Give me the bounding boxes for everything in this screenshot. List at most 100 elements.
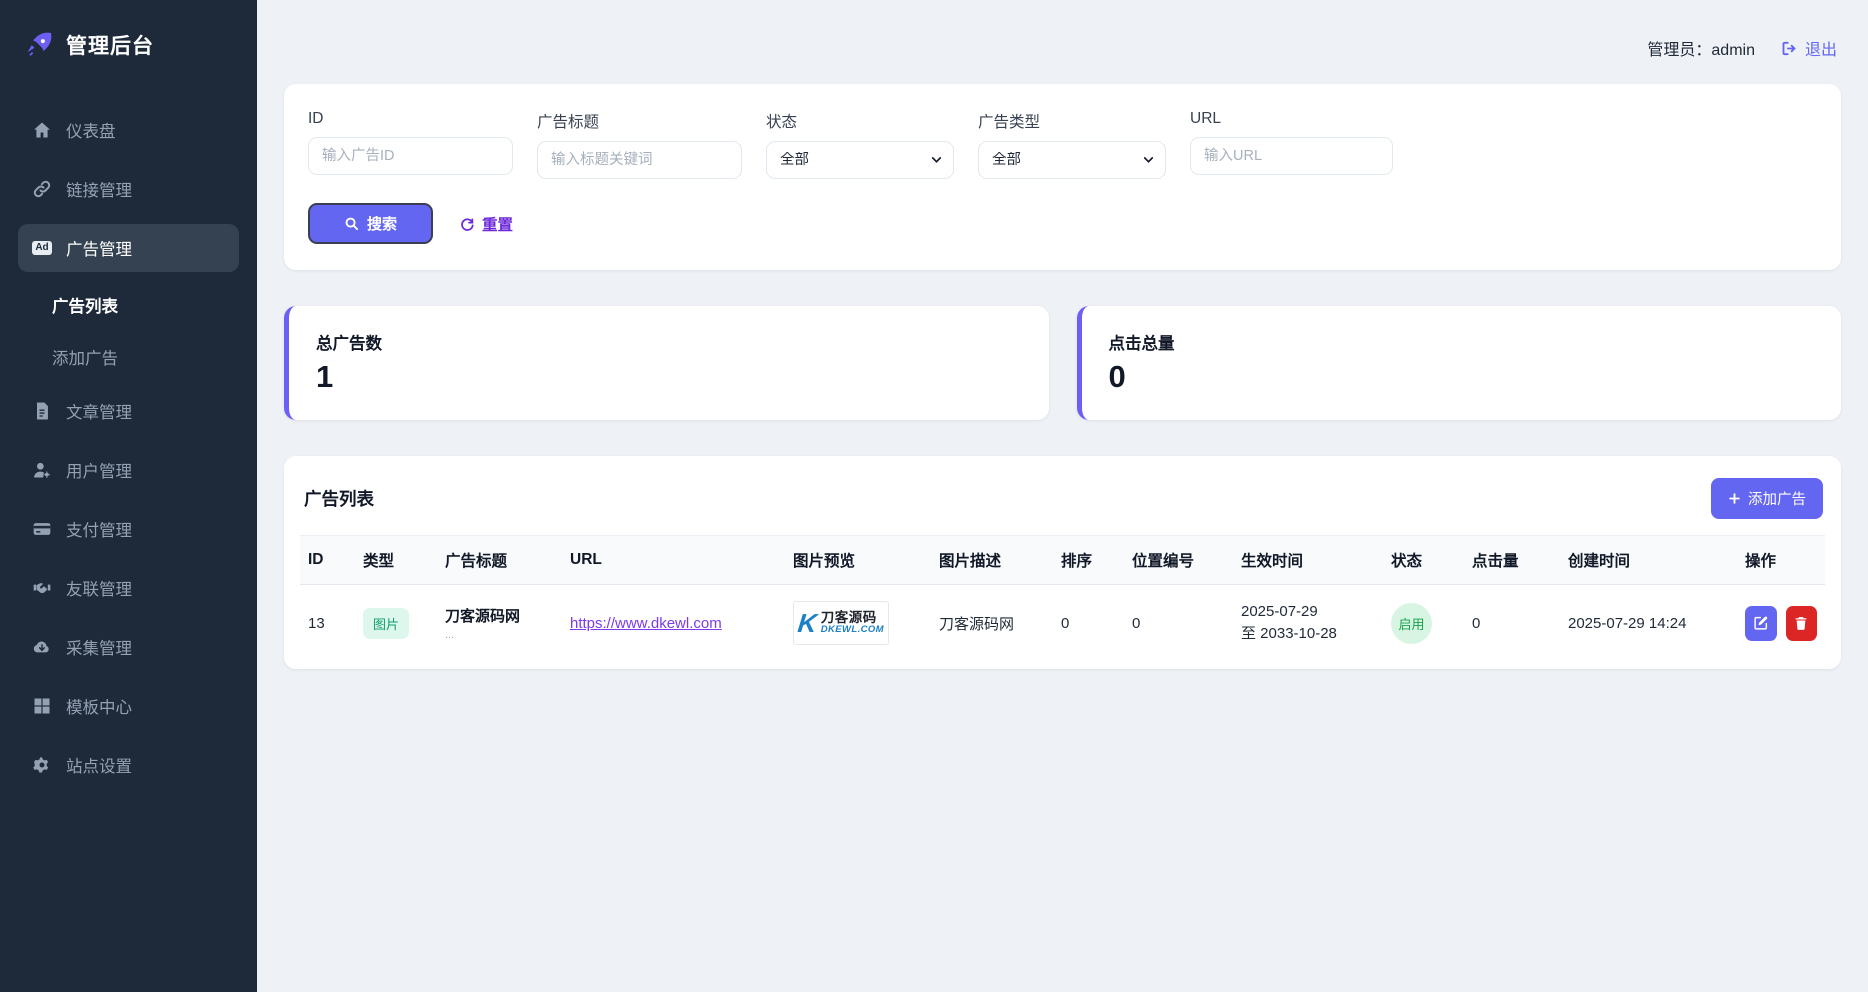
- home-icon: [32, 120, 52, 140]
- filter-title-label: 广告标题: [537, 110, 742, 132]
- sidebar-item-ads[interactable]: Ad 广告管理: [18, 224, 239, 272]
- cell-clicks: 0: [1464, 585, 1560, 662]
- sidebar-subitem-label: 添加广告: [52, 350, 118, 368]
- ad-list-title: 广告列表: [304, 486, 374, 511]
- col-url: URL: [562, 536, 785, 585]
- sidebar-item-label: 链接管理: [66, 177, 132, 201]
- handshake-icon: [32, 578, 52, 598]
- stat-card-total-ads: 总广告数 1: [284, 306, 1049, 420]
- cell-ad-title: 刀客源码网: [445, 605, 554, 626]
- filter-field-status: 状态 全部: [766, 110, 954, 179]
- ad-icon: Ad: [32, 238, 52, 258]
- ad-list-card: 广告列表 添加广告 ID 类型 广告标题 URL: [284, 456, 1841, 669]
- sidebar-item-label: 用户管理: [66, 458, 132, 482]
- logo-k-glyph: K: [797, 610, 819, 636]
- sidebar-item-payments[interactable]: 支付管理: [18, 505, 239, 553]
- sidebar-subitem-label: 广告列表: [52, 298, 118, 316]
- sidebar-item-links[interactable]: 链接管理: [18, 165, 239, 213]
- col-created: 创建时间: [1560, 536, 1737, 585]
- status-select[interactable]: 全部: [766, 141, 954, 179]
- sidebar-item-users[interactable]: 用户管理: [18, 446, 239, 494]
- sidebar-item-label: 仪表盘: [66, 118, 116, 142]
- edit-icon: [1753, 615, 1769, 631]
- rocket-icon: [24, 30, 54, 60]
- stat-title: 点击总量: [1109, 330, 1815, 354]
- cell-created: 2025-07-29 14:24: [1560, 585, 1737, 662]
- logo-line2: DKEWL.COM: [821, 625, 884, 635]
- cell-ad-title-sub: ...: [445, 629, 554, 641]
- ad-type-select[interactable]: 全部: [978, 141, 1166, 179]
- sidebar-item-label: 站点设置: [66, 753, 132, 777]
- trash-icon: [1793, 615, 1809, 631]
- sidebar-item-templates[interactable]: 模板中心: [18, 682, 239, 730]
- add-ad-button[interactable]: 添加广告: [1711, 478, 1823, 519]
- col-position: 位置编号: [1124, 536, 1233, 585]
- stat-title: 总广告数: [316, 330, 1022, 354]
- sidebar: 管理后台 仪表盘 链接管理 Ad 广告管理 广告列表 添加广告: [0, 0, 257, 992]
- logout-button[interactable]: 退出: [1781, 36, 1837, 60]
- search-button[interactable]: 搜索: [308, 203, 433, 244]
- main-content: 管理员：admin 退出 ID 广告标题 状态: [257, 0, 1868, 992]
- app-title: 管理后台: [66, 30, 154, 60]
- refresh-icon: [459, 216, 475, 232]
- stat-value: 0: [1109, 360, 1815, 394]
- sidebar-item-label: 文章管理: [66, 399, 132, 423]
- filter-status-label: 状态: [766, 110, 954, 132]
- link-icon: [32, 179, 52, 199]
- col-image-desc: 图片描述: [931, 536, 1053, 585]
- grid-icon: [32, 696, 52, 716]
- sidebar-item-friend-links[interactable]: 友联管理: [18, 564, 239, 612]
- plus-icon: [1728, 492, 1741, 505]
- sidebar-item-label: 广告管理: [66, 236, 132, 260]
- reset-button-label: 重置: [482, 213, 513, 235]
- logout-icon: [1781, 40, 1798, 57]
- ad-url-link[interactable]: https://www.dkewl.com: [570, 615, 722, 632]
- logout-label: 退出: [1805, 36, 1837, 60]
- ad-title-input[interactable]: [537, 141, 742, 179]
- sidebar-item-settings[interactable]: 站点设置: [18, 741, 239, 789]
- col-effective-time: 生效时间: [1233, 536, 1383, 585]
- table-row: 13 图片 刀客源码网 ... https://www.dkewl.com K …: [300, 585, 1825, 662]
- url-input[interactable]: [1190, 137, 1393, 175]
- col-ad-title: 广告标题: [437, 536, 562, 585]
- search-button-label: 搜索: [367, 213, 397, 234]
- filter-id-label: ID: [308, 110, 513, 128]
- col-actions: 操作: [1737, 536, 1825, 585]
- stat-value: 1: [316, 360, 1022, 394]
- edit-button[interactable]: [1745, 606, 1777, 641]
- effective-to: 至 2033-10-28: [1241, 623, 1375, 645]
- logo-line1: 刀客源码: [821, 611, 884, 625]
- sidebar-item-dashboard[interactable]: 仪表盘: [18, 106, 239, 154]
- app-logo: 管理后台: [18, 26, 239, 60]
- credit-card-icon: [32, 519, 52, 539]
- sidebar-item-label: 支付管理: [66, 517, 132, 541]
- col-type: 类型: [355, 536, 437, 585]
- status-badge: 启用: [1391, 603, 1432, 644]
- stat-card-total-clicks: 点击总量 0: [1077, 306, 1842, 420]
- cloud-download-icon: [32, 637, 52, 657]
- filter-card: ID 广告标题 状态 全部 广告类型: [284, 84, 1841, 270]
- sidebar-item-articles[interactable]: 文章管理: [18, 387, 239, 435]
- effective-from: 2025-07-29: [1241, 601, 1375, 623]
- sidebar-subitem-ad-list[interactable]: 广告列表: [18, 283, 239, 327]
- stats-row: 总广告数 1 点击总量 0: [284, 306, 1841, 420]
- col-image-preview: 图片预览: [785, 536, 931, 585]
- sidebar-subitem-add-ad[interactable]: 添加广告: [18, 335, 239, 379]
- table-header-row: ID 类型 广告标题 URL 图片预览 图片描述 排序 位置编号 生效时间 状态…: [300, 536, 1825, 585]
- sidebar-item-label: 采集管理: [66, 635, 132, 659]
- filter-type-label: 广告类型: [978, 110, 1166, 132]
- ad-image-preview[interactable]: K 刀客源码 DKEWL.COM: [793, 601, 889, 645]
- gear-icon: [32, 755, 52, 775]
- ad-id-input[interactable]: [308, 137, 513, 175]
- sidebar-item-collect[interactable]: 采集管理: [18, 623, 239, 671]
- col-clicks: 点击量: [1464, 536, 1560, 585]
- filter-field-url: URL: [1190, 110, 1393, 179]
- reset-button[interactable]: 重置: [459, 213, 513, 235]
- cell-sort: 0: [1053, 585, 1124, 662]
- sidebar-item-label: 友联管理: [66, 576, 132, 600]
- document-icon: [32, 401, 52, 421]
- search-icon: [344, 216, 359, 231]
- type-badge: 图片: [363, 608, 409, 639]
- delete-button[interactable]: [1786, 606, 1818, 641]
- col-sort: 排序: [1053, 536, 1124, 585]
